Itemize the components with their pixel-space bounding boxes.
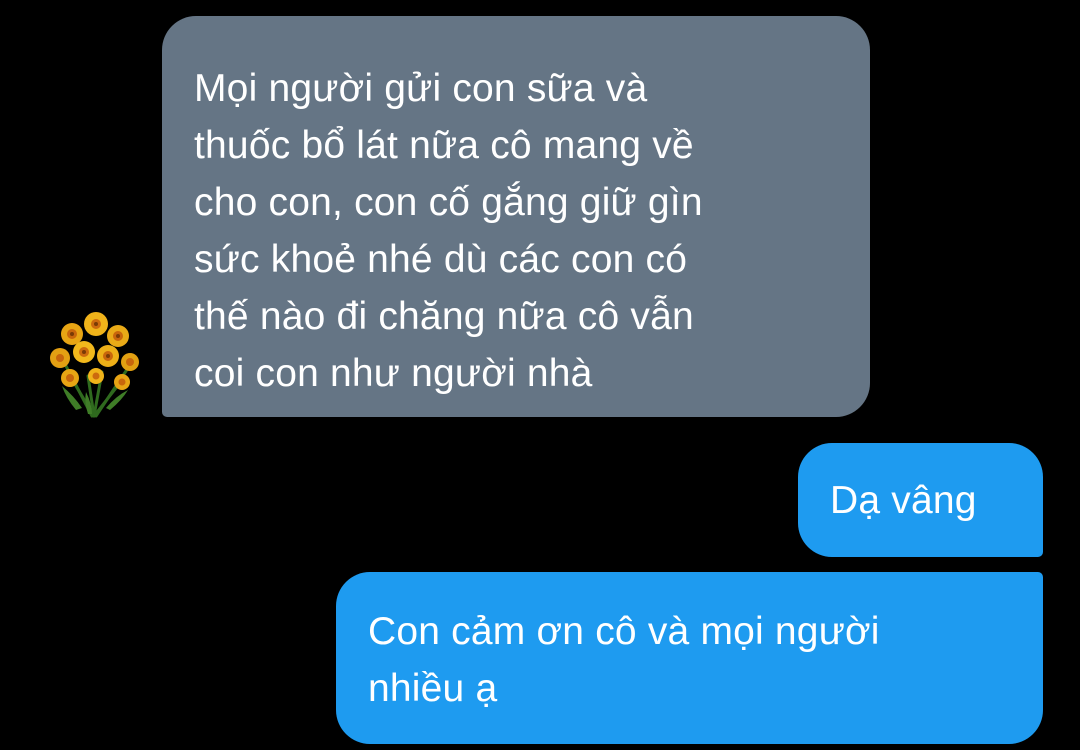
message-text-line: thuốc bổ lát nữa cô mang về (194, 124, 694, 167)
message-text-line: sức khoẻ nhé dù các con có (194, 238, 688, 281)
chat-screen: Mọi người gửi con sữa và thuốc bổ lát nữ… (0, 0, 1080, 750)
yellow-flower-bouquet-icon (50, 312, 139, 418)
message-text: Dạ vâng (830, 479, 977, 522)
message-text-line: Con cảm ơn cô và mọi người (368, 610, 880, 653)
message-text-line: nhiều ạ (368, 667, 498, 710)
contact-avatar[interactable] (36, 306, 148, 418)
message-text-line: coi con như người nhà (194, 352, 593, 395)
outgoing-message-bubble[interactable]: Dạ vâng (798, 443, 1043, 557)
message-text-line: cho con, con cố gắng giữ gìn (194, 181, 703, 224)
incoming-message-bubble[interactable]: Mọi người gửi con sữa và thuốc bổ lát nữ… (162, 16, 870, 417)
message-text-line: thế nào đi chăng nữa cô vẫn (194, 295, 694, 338)
outgoing-message-bubble[interactable]: Con cảm ơn cô và mọi người nhiều ạ (336, 572, 1043, 744)
message-text-line: Mọi người gửi con sữa và (194, 67, 648, 110)
